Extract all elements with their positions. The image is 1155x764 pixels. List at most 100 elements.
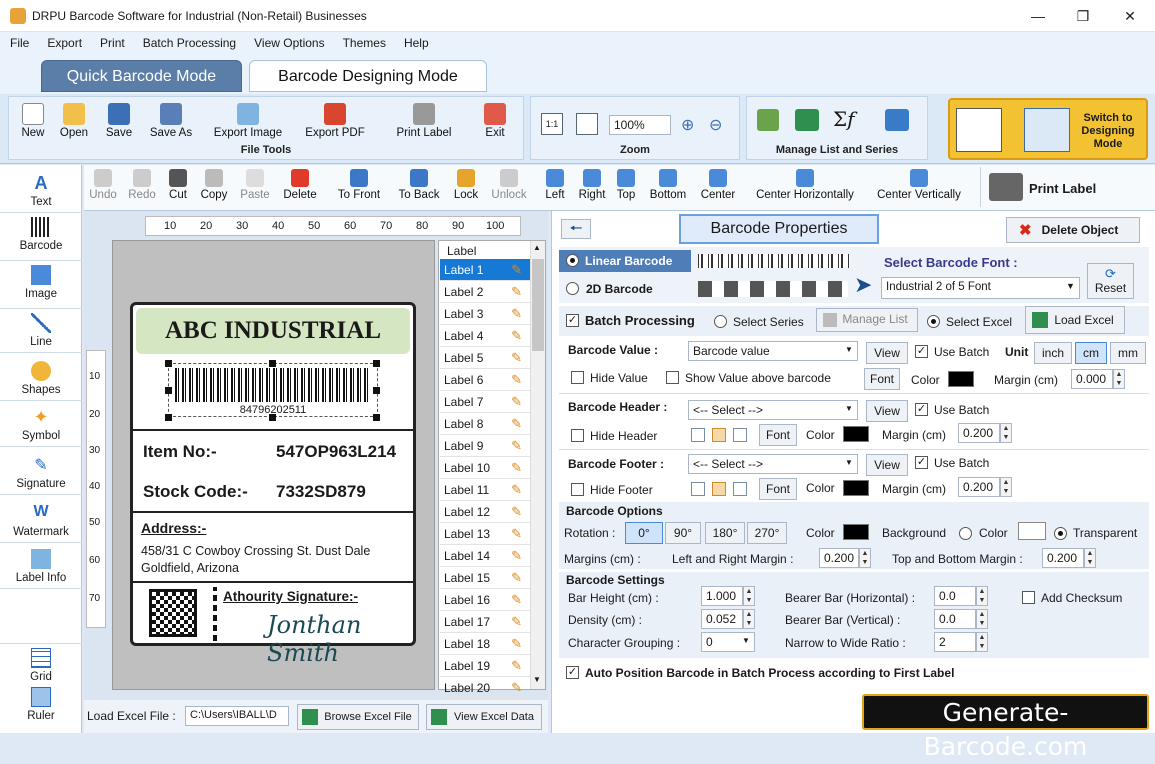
menu-themes[interactable]: Themes: [333, 32, 394, 50]
label-list-item[interactable]: Label 19 ✎: [440, 655, 530, 677]
label-design[interactable]: ABC INDUSTRIAL 84796202511 Item No:- 547…: [130, 302, 416, 667]
menu-help[interactable]: Help: [394, 32, 437, 50]
menu-print[interactable]: Print: [90, 32, 133, 50]
narrow-wide-spinner[interactable]: ▲ ▼: [976, 632, 988, 652]
header-view-button[interactable]: View: [866, 400, 908, 422]
lr-margin-spinner[interactable]: ▲ ▼: [859, 548, 871, 568]
hide-footer-checkbox[interactable]: [571, 483, 584, 496]
label-list-item[interactable]: Label 13 ✎: [440, 523, 530, 545]
new-button[interactable]: New: [15, 103, 51, 139]
reset-button[interactable]: ⟳ Reset: [1087, 263, 1134, 299]
header-margin-spinner[interactable]: ▲ ▼: [1000, 423, 1012, 443]
label-list-item[interactable]: Label 1 ✎: [440, 259, 530, 281]
pencil-icon[interactable]: ✎: [511, 526, 522, 542]
label-list-item[interactable]: Label 8 ✎: [440, 413, 530, 435]
company-header[interactable]: ABC INDUSTRIAL: [136, 308, 410, 354]
unit-inch-button[interactable]: inch: [1034, 342, 1072, 364]
label-list-item[interactable]: Label 6 ✎: [440, 369, 530, 391]
delete-object-button[interactable]: ✖ Delete Object: [1006, 217, 1140, 243]
switch-designing-button[interactable]: Switch to Designing Mode: [948, 98, 1148, 160]
background-color-swatch[interactable]: [1018, 522, 1046, 540]
value-font-button[interactable]: Font: [864, 368, 900, 390]
value-use-batch-checkbox[interactable]: ✓: [915, 345, 928, 358]
value-view-button[interactable]: View: [866, 342, 908, 364]
align-right-icon[interactable]: [733, 482, 747, 496]
value-margin-spinner[interactable]: ▲ ▼: [1113, 369, 1125, 389]
label-list-item[interactable]: Label 3 ✎: [440, 303, 530, 325]
tool-barcode[interactable]: Barcode: [0, 217, 82, 261]
linear-radio[interactable]: [566, 254, 579, 267]
header-use-batch-checkbox[interactable]: ✓: [915, 403, 928, 416]
hide-value-checkbox[interactable]: [571, 371, 584, 384]
density-spinner[interactable]: ▲ ▼: [743, 609, 755, 629]
close-icon[interactable]: ✕: [1120, 6, 1140, 26]
footer-margin-input[interactable]: 0.200: [958, 477, 1000, 497]
pencil-icon[interactable]: ✎: [511, 548, 522, 564]
zoom-out-icon[interactable]: ⊖: [709, 115, 722, 135]
bearer-vertical-spinner[interactable]: ▲ ▼: [976, 609, 988, 629]
align-right-icon[interactable]: [733, 428, 747, 442]
bearer-vertical-input[interactable]: 0.0: [934, 609, 976, 629]
to-front-button[interactable]: To Front: [334, 169, 384, 201]
pencil-icon[interactable]: ✎: [511, 658, 522, 674]
label-list-item[interactable]: Label 20 ✎: [440, 677, 530, 699]
tool-label-info[interactable]: Label Info: [0, 549, 82, 589]
scroll-thumb[interactable]: [532, 259, 544, 351]
show-above-checkbox[interactable]: [666, 371, 679, 384]
minimize-icon[interactable]: —: [1028, 6, 1048, 26]
tool-grid[interactable]: Grid: [0, 643, 82, 683]
save-button[interactable]: Save: [101, 103, 137, 139]
label-list-item[interactable]: Label 11 ✎: [440, 479, 530, 501]
tb-margin-input[interactable]: 0.200: [1042, 548, 1084, 568]
label-list-item[interactable]: Label 17 ✎: [440, 611, 530, 633]
batch-processing-checkbox[interactable]: ✓: [566, 314, 579, 327]
rotation-0-button[interactable]: 0°: [625, 522, 663, 544]
center-horizontally-button[interactable]: Center Horizontally: [748, 169, 862, 201]
align-center-icon[interactable]: [712, 428, 726, 442]
scroll-up-icon[interactable]: ▲: [533, 243, 541, 252]
background-color-radio[interactable]: [959, 527, 972, 540]
tool-text[interactable]: A Text: [0, 173, 82, 213]
redo-button[interactable]: Redo: [126, 169, 158, 201]
align-left-icon[interactable]: [691, 482, 705, 496]
align-right-button[interactable]: Right: [576, 169, 608, 201]
label-list-item[interactable]: Label 5 ✎: [440, 347, 530, 369]
footer-margin-spinner[interactable]: ▲ ▼: [1000, 477, 1012, 497]
value-margin-input[interactable]: 0.000: [1071, 369, 1113, 389]
scroll-down-icon[interactable]: ▼: [533, 675, 541, 684]
center-vertically-button[interactable]: Center Vertically: [870, 169, 968, 201]
rotation-180-button[interactable]: 180°: [705, 522, 745, 544]
header-color-swatch[interactable]: [843, 426, 869, 442]
excel-icon[interactable]: [795, 109, 819, 131]
zoom-in-icon[interactable]: ⊕: [681, 115, 694, 135]
pencil-icon[interactable]: ✎: [511, 350, 522, 366]
tool-watermark[interactable]: W Watermark: [0, 503, 82, 543]
series-icon[interactable]: [885, 109, 909, 131]
manage-list-button[interactable]: Manage List: [816, 308, 918, 332]
hide-header-checkbox[interactable]: [571, 429, 584, 442]
align-left-icon[interactable]: [691, 428, 705, 442]
rotation-270-button[interactable]: 270°: [747, 522, 787, 544]
export-pdf-button[interactable]: Export PDF: [299, 103, 371, 139]
label-list-item[interactable]: Label 9 ✎: [440, 435, 530, 457]
qr-code-icon[interactable]: [149, 589, 197, 637]
fit-icon[interactable]: [576, 113, 598, 135]
pencil-icon[interactable]: ✎: [511, 680, 522, 696]
menu-batch-processing[interactable]: Batch Processing: [133, 32, 244, 50]
barcode-font-select[interactable]: Industrial 2 of 5 Font: [881, 277, 1080, 299]
tool-signature[interactable]: ✎ Signature: [0, 455, 82, 495]
footer-color-swatch[interactable]: [843, 480, 869, 496]
tool-shapes[interactable]: Shapes: [0, 361, 82, 401]
pencil-icon[interactable]: ✎: [511, 262, 522, 278]
load-excel-button[interactable]: Load Excel: [1025, 306, 1125, 334]
label-list-item[interactable]: Label 4 ✎: [440, 325, 530, 347]
align-bottom-button[interactable]: Bottom: [646, 169, 690, 201]
edit-list-icon[interactable]: [757, 109, 779, 131]
label-list-item[interactable]: Label 14 ✎: [440, 545, 530, 567]
cut-button[interactable]: Cut: [166, 169, 190, 201]
print-label-button[interactable]: Print Label: [980, 167, 1150, 207]
tab-quick-barcode-mode[interactable]: Quick Barcode Mode: [41, 60, 242, 92]
tab-barcode-designing-mode[interactable]: Barcode Designing Mode: [249, 60, 487, 92]
menu-view-options[interactable]: View Options: [244, 32, 332, 50]
delete-button[interactable]: Delete: [280, 169, 320, 201]
